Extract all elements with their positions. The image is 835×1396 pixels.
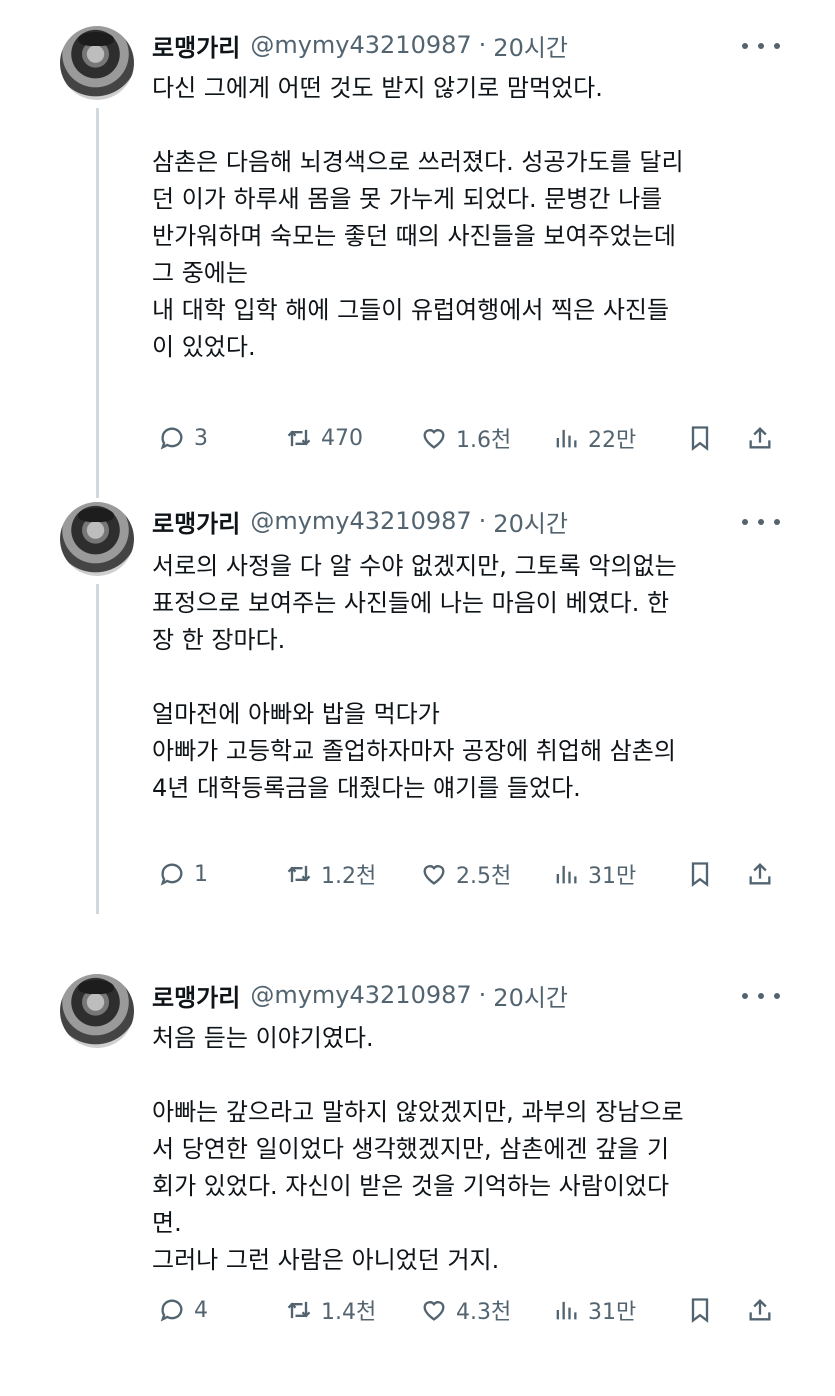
text-line: 아빠가 고등학교 졸업하자마자 공장에 취업해 삼촌의 — [152, 737, 676, 765]
display-name[interactable]: 로맹가리 — [152, 28, 240, 63]
reply-count: 1 — [194, 861, 208, 887]
more-options-icon[interactable] — [742, 986, 780, 1006]
thread-connector — [96, 108, 99, 498]
more-options-icon[interactable] — [742, 36, 780, 56]
user-handle[interactable]: @mymy43210987 — [250, 981, 471, 1009]
reply-icon — [160, 1299, 183, 1322]
reply-icon — [160, 427, 183, 450]
action-bar: 4 1.4천 4.3천 31만 — [158, 1292, 783, 1328]
reply-icon — [160, 863, 183, 886]
text-line — [152, 107, 802, 144]
like-count: 1.6천 — [456, 428, 512, 453]
tweet-text: 다신 그에게 어떤 것도 받지 않기로 맘먹었다. 삼촌은 다음해 뇌경색으로 … — [152, 70, 802, 366]
bookmark-icon — [691, 1298, 709, 1323]
views-button[interactable]: 31만 — [552, 1292, 636, 1328]
separator: · — [478, 981, 487, 1009]
heart-icon — [423, 429, 445, 449]
retweet-count: 470 — [321, 425, 363, 451]
views-button[interactable]: 22만 — [552, 420, 636, 456]
text-line: 4년 대학등록금을 대줬다는 얘기를 들었다. — [152, 774, 581, 802]
display-name[interactable]: 로맹가리 — [152, 504, 240, 539]
retweet-icon — [287, 1301, 311, 1319]
retweet-icon — [287, 865, 311, 883]
timestamp[interactable]: 20시간 — [493, 28, 568, 63]
more-options-icon[interactable] — [742, 512, 780, 532]
views-button[interactable]: 31만 — [552, 856, 636, 892]
like-count: 2.5천 — [456, 864, 512, 889]
action-bar: 3 470 1.6천 22만 — [158, 420, 783, 456]
tweet-header: 로맹가리 @mymy43210987 · 20시간 — [152, 27, 568, 63]
text-line — [152, 659, 802, 696]
bookmark-icon — [691, 426, 709, 451]
heart-icon — [423, 865, 445, 885]
tweet-header: 로맹가리 @mymy43210987 · 20시간 — [152, 503, 568, 539]
reply-button[interactable]: 1 — [158, 856, 208, 892]
tweet-text: 서로의 사정을 다 알 수야 없겠지만, 그토록 악의없는 표정으로 보여주는 … — [152, 548, 802, 807]
reply-button[interactable]: 4 — [158, 1292, 208, 1328]
text-line: 서 당연한 일이었다 생각했겠지만, 삼촌에겐 갚을 기 — [152, 1135, 670, 1163]
retweet-count: 1.4천 — [321, 1300, 377, 1325]
separator: · — [478, 507, 487, 535]
reply-count: 4 — [194, 1297, 208, 1323]
like-count: 4.3천 — [456, 1300, 512, 1325]
timestamp[interactable]: 20시간 — [493, 504, 568, 539]
retweet-button[interactable]: 1.2천 — [285, 856, 376, 892]
like-button[interactable]: 1.6천 — [420, 420, 511, 456]
thread-connector — [96, 584, 99, 914]
text-line: 얼마전에 아빠와 밥을 먹다가 — [152, 700, 440, 728]
text-line: 이 있었다. — [152, 333, 256, 361]
like-button[interactable]: 4.3천 — [420, 1292, 511, 1328]
reply-count: 3 — [194, 425, 208, 451]
text-line: 회가 있었다. 자신이 받은 것을 기억하는 사람이었다 — [152, 1172, 670, 1200]
text-line: 처음 듣는 이야기였다. — [152, 1024, 374, 1052]
avatar[interactable] — [60, 26, 134, 100]
text-line: 던 이가 하루새 몸을 못 가누게 되었다. 문병간 나를 — [152, 185, 663, 213]
heart-icon — [423, 1301, 445, 1321]
user-handle[interactable]: @mymy43210987 — [250, 31, 471, 59]
text-line: 면. — [152, 1209, 182, 1237]
bookmark-button[interactable] — [686, 1292, 714, 1328]
bookmark-icon — [691, 862, 709, 887]
retweet-button[interactable]: 470 — [285, 420, 363, 456]
text-line: 내 대학 입학 해에 그들이 유럽여행에서 찍은 사진들 — [152, 296, 670, 324]
text-line: 표정으로 보여주는 사진들에 나는 마음이 베였다. 한 — [152, 589, 670, 617]
text-line — [152, 1057, 802, 1094]
reply-button[interactable]: 3 — [158, 420, 208, 456]
share-icon — [749, 427, 771, 449]
display-name[interactable]: 로맹가리 — [152, 978, 240, 1013]
share-button[interactable] — [746, 1292, 774, 1328]
like-button[interactable]: 2.5천 — [420, 856, 511, 892]
share-button[interactable] — [746, 856, 774, 892]
text-line: 서로의 사정을 다 알 수야 없겠지만, 그토록 악의없는 — [152, 552, 677, 580]
text-line: 아빠는 갚으라고 말하지 않았겠지만, 과부의 장남으로 — [152, 1098, 684, 1126]
analytics-icon — [556, 429, 577, 448]
analytics-icon — [556, 1301, 577, 1320]
tweet-header: 로맹가리 @mymy43210987 · 20시간 — [152, 977, 568, 1013]
share-icon — [749, 1299, 771, 1321]
tweet-text: 처음 듣는 이야기였다. 아빠는 갚으라고 말하지 않았겠지만, 과부의 장남으… — [152, 1020, 802, 1279]
retweet-count: 1.2천 — [321, 864, 377, 889]
text-line: 그러나 그런 사람은 아니었던 거지. — [152, 1246, 500, 1274]
avatar[interactable] — [60, 502, 134, 576]
analytics-icon — [556, 865, 577, 884]
text-line: 삼촌은 다음해 뇌경색으로 쓰러졌다. 성공가도를 달리 — [152, 148, 684, 176]
share-icon — [749, 863, 771, 885]
user-handle[interactable]: @mymy43210987 — [250, 507, 471, 535]
bookmark-button[interactable] — [686, 420, 714, 456]
retweet-button[interactable]: 1.4천 — [285, 1292, 376, 1328]
text-line: 다신 그에게 어떤 것도 받지 않기로 맘먹었다. — [152, 74, 603, 102]
avatar[interactable] — [60, 974, 134, 1048]
bookmark-button[interactable] — [686, 856, 714, 892]
timestamp[interactable]: 20시간 — [493, 978, 568, 1013]
view-count: 31만 — [588, 864, 637, 889]
text-line: 그 중에는 — [152, 259, 248, 287]
separator: · — [478, 31, 487, 59]
view-count: 31만 — [588, 1300, 637, 1325]
retweet-icon — [287, 429, 311, 447]
share-button[interactable] — [746, 420, 774, 456]
text-line: 반가워하며 숙모는 좋던 때의 사진들을 보여주었는데 — [152, 222, 676, 250]
text-line: 장 한 장마다. — [152, 626, 286, 654]
view-count: 22만 — [588, 428, 637, 453]
action-bar: 1 1.2천 2.5천 31만 — [158, 856, 783, 892]
